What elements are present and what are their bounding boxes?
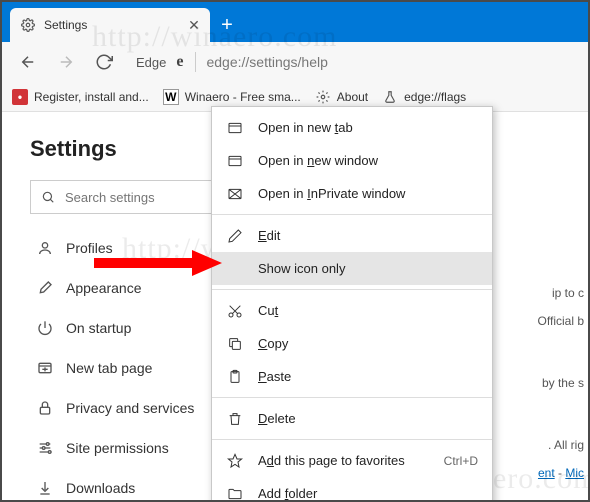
folder-icon bbox=[226, 485, 244, 502]
sidebar-item-label: Site permissions bbox=[66, 440, 169, 456]
link-fragment[interactable]: Mic bbox=[565, 466, 584, 480]
blank-icon bbox=[226, 260, 244, 278]
bookmark-item[interactable]: • Register, install and... bbox=[12, 89, 149, 105]
ctx-edit[interactable]: Edit bbox=[212, 219, 492, 252]
separator bbox=[212, 214, 492, 215]
ctx-label: Open in new tab bbox=[258, 120, 478, 135]
gear-icon bbox=[315, 89, 331, 105]
forward-button[interactable] bbox=[50, 46, 82, 78]
edit-icon bbox=[226, 227, 244, 245]
back-button[interactable] bbox=[12, 46, 44, 78]
star-icon bbox=[226, 452, 244, 470]
browser-tab[interactable]: Settings ✕ bbox=[10, 8, 210, 42]
sidebar-item-label: Appearance bbox=[66, 280, 142, 296]
ctx-cut[interactable]: Cut bbox=[212, 294, 492, 327]
favicon-icon: • bbox=[12, 89, 28, 105]
inprivate-icon bbox=[226, 185, 244, 203]
new-tab-button[interactable]: + bbox=[210, 8, 244, 42]
favicon-icon: W bbox=[163, 89, 179, 105]
gear-icon bbox=[20, 17, 36, 33]
open-window-icon bbox=[226, 152, 244, 170]
open-tab-icon bbox=[226, 119, 244, 137]
paste-icon bbox=[226, 368, 244, 386]
ctx-label: Add this page to favorites bbox=[258, 453, 430, 468]
newtab-icon bbox=[36, 359, 54, 377]
ctx-label: Open in new window bbox=[258, 153, 478, 168]
divider bbox=[195, 52, 196, 72]
edge-logo-icon: e bbox=[176, 53, 189, 71]
sidebar-item-label: New tab page bbox=[66, 360, 152, 376]
address-label: Edge bbox=[126, 55, 170, 70]
bookmark-label: Register, install and... bbox=[34, 90, 149, 104]
ctx-label: Delete bbox=[258, 411, 478, 426]
download-icon bbox=[36, 479, 54, 497]
toolbar: Edge e edge://settings/help bbox=[2, 42, 588, 82]
ctx-label: Cut bbox=[258, 303, 478, 318]
cut-icon bbox=[226, 302, 244, 320]
separator bbox=[212, 289, 492, 290]
settings-sidebar: Settings Profiles Appearance On startup bbox=[2, 112, 242, 500]
sliders-icon bbox=[36, 439, 54, 457]
shortcut-text: Ctrl+D bbox=[444, 454, 478, 468]
annotation-arrow bbox=[92, 248, 222, 278]
ctx-add-to-favorites[interactable]: Add this page to favorites Ctrl+D bbox=[212, 444, 492, 477]
ctx-label: Show icon only bbox=[258, 261, 478, 276]
context-menu: Open in new tab Open in new window Open … bbox=[211, 106, 493, 502]
ctx-open-new-tab[interactable]: Open in new tab bbox=[212, 111, 492, 144]
bookmark-label: About bbox=[337, 90, 368, 104]
bookmark-label: Winaero - Free sma... bbox=[185, 90, 301, 104]
close-icon[interactable]: ✕ bbox=[186, 17, 202, 33]
ctx-label: Copy bbox=[258, 336, 478, 351]
sidebar-item-label: Privacy and services bbox=[66, 400, 194, 416]
ctx-show-icon-only[interactable]: Show icon only bbox=[212, 252, 492, 285]
ctx-open-new-window[interactable]: Open in new window bbox=[212, 144, 492, 177]
copy-icon bbox=[226, 335, 244, 353]
separator bbox=[212, 439, 492, 440]
bookmark-item[interactable]: edge://flags bbox=[382, 89, 466, 105]
ctx-paste[interactable]: Paste bbox=[212, 360, 492, 393]
bookmark-item[interactable]: About bbox=[315, 89, 368, 105]
ctx-label: Edit bbox=[258, 228, 478, 243]
address-bar[interactable]: edge://settings/help bbox=[195, 47, 578, 77]
search-settings-box[interactable] bbox=[30, 180, 230, 214]
ctx-add-folder[interactable]: Add folder bbox=[212, 477, 492, 502]
link-fragment[interactable]: ent bbox=[538, 466, 555, 480]
bookmark-label: edge://flags bbox=[404, 90, 466, 104]
ctx-label: Add folder bbox=[258, 486, 478, 501]
tab-title: Settings bbox=[44, 18, 178, 32]
url-text: edge://settings/help bbox=[206, 54, 327, 70]
ctx-open-inprivate[interactable]: Open in InPrivate window bbox=[212, 177, 492, 210]
flask-icon bbox=[382, 89, 398, 105]
person-icon bbox=[36, 239, 54, 257]
lock-icon bbox=[36, 399, 54, 417]
titlebar: Settings ✕ + bbox=[2, 2, 588, 42]
sidebar-item-label: Downloads bbox=[66, 480, 135, 496]
bookmark-item[interactable]: W Winaero - Free sma... bbox=[163, 89, 301, 105]
separator bbox=[212, 397, 492, 398]
delete-icon bbox=[226, 410, 244, 428]
search-icon bbox=[41, 190, 55, 204]
sidebar-item-label: On startup bbox=[66, 320, 131, 336]
power-icon bbox=[36, 319, 54, 337]
brush-icon bbox=[36, 279, 54, 297]
refresh-button[interactable] bbox=[88, 46, 120, 78]
ctx-label: Open in InPrivate window bbox=[258, 186, 478, 201]
ctx-delete[interactable]: Delete bbox=[212, 402, 492, 435]
ctx-label: Paste bbox=[258, 369, 478, 384]
ctx-copy[interactable]: Copy bbox=[212, 327, 492, 360]
